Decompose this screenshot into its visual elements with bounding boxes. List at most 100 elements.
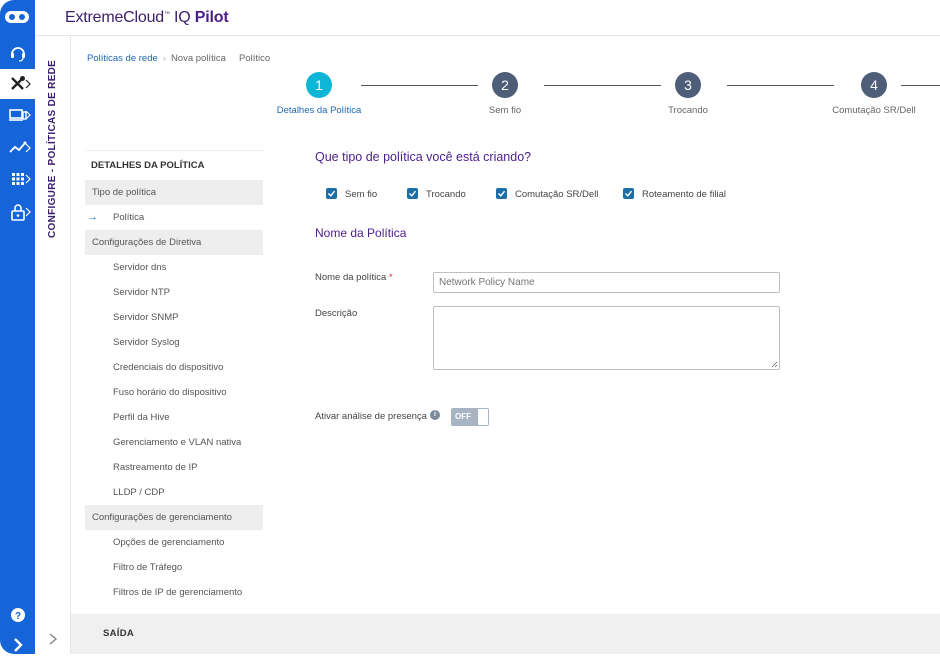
- breadcrumb-separator: ›: [231, 53, 234, 64]
- chevron-right-icon: [25, 143, 31, 153]
- sidenav-group-policy-type: Tipo de política: [85, 180, 263, 205]
- help-icon: ?: [8, 605, 28, 625]
- help-button[interactable]: ?: [0, 600, 35, 630]
- policy-name-input[interactable]: [433, 272, 780, 293]
- info-icon[interactable]: i: [430, 410, 440, 420]
- policy-name-section-title: Nome da Política: [315, 226, 406, 240]
- step-label: Sem fio: [445, 105, 565, 116]
- policy-type-switching[interactable]: Trocando: [407, 189, 466, 203]
- policy-type-wireless[interactable]: Sem fio: [326, 189, 377, 203]
- main-content: Políticas de rede›Nova política›Político…: [71, 36, 940, 654]
- chevron-right-icon[interactable]: [48, 632, 58, 646]
- step-policy-details[interactable]: 1 Detalhes da Política: [259, 72, 379, 116]
- policy-details-form: Que tipo de política você está criando? …: [315, 150, 815, 164]
- checkbox-label: Comutação SR/Dell: [515, 189, 598, 200]
- rail-item-manage[interactable]: [0, 100, 35, 130]
- policy-type-sr-dell[interactable]: Comutação SR/Dell: [496, 189, 598, 203]
- breadcrumb-link[interactable]: Políticas de rede: [87, 53, 158, 64]
- rail-item-monitor[interactable]: [0, 38, 35, 68]
- rail-item-apps[interactable]: [0, 164, 35, 194]
- sidenav-group-management-settings: Configurações de gerenciamento: [85, 505, 263, 530]
- policy-type-branch-routing[interactable]: Roteamento de filial: [623, 189, 726, 203]
- toggle-knob: [478, 409, 488, 425]
- step-switching[interactable]: 3 Trocando: [628, 72, 748, 116]
- sidenav-item-ntp-server[interactable]: Servidor NTP: [85, 280, 263, 305]
- check-icon: [624, 189, 633, 198]
- current-arrow-icon: →: [87, 205, 98, 230]
- svg-text:?: ?: [14, 611, 20, 622]
- section-strip: CONFIGURE - POLÍTICAS DE REDE: [35, 36, 71, 654]
- sidenav-item-ip-tracking[interactable]: Rastreamento de IP: [85, 455, 263, 480]
- left-nav-rail: ?: [0, 0, 35, 654]
- step-label: Comutação SR/Dell: [814, 105, 934, 116]
- rail-item-configure[interactable]: [0, 69, 35, 99]
- sidenav-item-policy[interactable]: → Política: [85, 205, 263, 230]
- brand-pilot: Pilot: [195, 9, 229, 26]
- sidenav-item-traffic-filter[interactable]: Filtro de Tráfego: [85, 555, 263, 580]
- step-number: 4: [861, 72, 887, 98]
- required-mark: *: [389, 272, 393, 283]
- brand-iq: IQ: [170, 9, 195, 26]
- step-number: 1: [306, 72, 332, 98]
- sidenav-item-management-options[interactable]: Opções de gerenciamento: [85, 530, 263, 555]
- chevron-right-icon: [8, 635, 28, 655]
- sidenav-group-policy-settings: Configurações de Diretiva: [85, 230, 263, 255]
- step-number: 3: [675, 72, 701, 98]
- checkbox-checked[interactable]: [407, 188, 418, 199]
- sidenav-item-hive-profile[interactable]: Perfil da Hive: [85, 405, 263, 430]
- checkbox-label: Roteamento de filial: [642, 189, 726, 200]
- description-textarea[interactable]: [433, 306, 780, 370]
- top-header: ExtremeCloud™ IQ Pilot: [35, 0, 940, 36]
- sidenav-item-snmp-server[interactable]: Servidor SNMP: [85, 305, 263, 330]
- chevron-right-icon: [25, 207, 31, 217]
- policy-sidenav: DETALHES DA POLÍTICA Tipo de política → P…: [85, 150, 263, 605]
- step-label: Detalhes da Política: [259, 105, 379, 116]
- sidenav-item-dns-server[interactable]: Servidor dns: [85, 255, 263, 280]
- step-wireless[interactable]: 2 Sem fio: [445, 72, 565, 116]
- section-label-wrap: CONFIGURE - POLÍTICAS DE REDE: [35, 36, 71, 236]
- field-label-text: Nome da política: [315, 272, 386, 283]
- rail-item-ml-insights[interactable]: [0, 133, 35, 163]
- chevron-right-icon: [25, 174, 31, 184]
- sidenav-item-syslog-server[interactable]: Servidor Syslog: [85, 330, 263, 355]
- checkbox-checked[interactable]: [326, 188, 337, 199]
- wizard-stepper: 1 Detalhes da Política 2 Sem fio 3 Troca…: [71, 72, 940, 122]
- breadcrumb-item: Nova política: [171, 53, 226, 64]
- presence-analytics-toggle[interactable]: OFF: [451, 408, 489, 426]
- app-brand: ExtremeCloud™ IQ Pilot: [65, 9, 228, 27]
- sidenav-item-mgmt-native-vlan[interactable]: Gerenciamento e VLAN nativa: [85, 430, 263, 455]
- section-label: CONFIGURE - POLÍTICAS DE REDE: [47, 60, 58, 238]
- checkbox-checked[interactable]: [496, 188, 507, 199]
- extreme-logo-icon: [5, 8, 29, 26]
- sidenav-heading: DETALHES DA POLÍTICA: [85, 150, 263, 180]
- sidenav-item-device-timezone[interactable]: Fuso horário do dispositivo: [85, 380, 263, 405]
- policy-name-label: Nome da política *: [315, 272, 393, 283]
- chevron-right-icon: [25, 110, 31, 120]
- breadcrumb: Políticas de rede›Nova política›Político: [87, 53, 270, 64]
- resize-grip-icon[interactable]: [771, 361, 778, 368]
- description-label: Descrição: [315, 308, 357, 319]
- sidenav-item-lldp-cdp[interactable]: LLDP / CDP: [85, 480, 263, 505]
- brand-name: ExtremeCloud: [65, 9, 164, 26]
- check-icon: [327, 189, 336, 198]
- field-label-text: Ativar análise de presença: [315, 411, 427, 422]
- checkbox-label: Sem fio: [345, 189, 377, 200]
- rail-item-security[interactable]: [0, 197, 35, 227]
- exit-button[interactable]: SAÍDA: [103, 628, 134, 639]
- sidenav-item-label: Política: [113, 212, 144, 223]
- step-number: 2: [492, 72, 518, 98]
- step-label: Trocando: [628, 105, 748, 116]
- sidenav-item-mgmt-ip-filters[interactable]: Filtros de IP de gerenciamento: [85, 580, 263, 605]
- checkbox-label: Trocando: [426, 189, 466, 200]
- toggle-state: OFF: [455, 412, 471, 421]
- headset-icon: [8, 43, 28, 63]
- breadcrumb-separator: ›: [163, 53, 166, 64]
- wizard-footer: SAÍDA: [71, 614, 940, 654]
- step-sr-dell-switching[interactable]: 4 Comutação SR/Dell: [814, 72, 934, 116]
- check-icon: [497, 189, 506, 198]
- checkbox-checked[interactable]: [623, 188, 634, 199]
- check-icon: [408, 189, 417, 198]
- sidenav-item-device-credentials[interactable]: Credenciais do dispositivo: [85, 355, 263, 380]
- rail-expand-button[interactable]: [0, 630, 35, 660]
- presence-analytics-label: Ativar análise de presençai: [315, 411, 440, 422]
